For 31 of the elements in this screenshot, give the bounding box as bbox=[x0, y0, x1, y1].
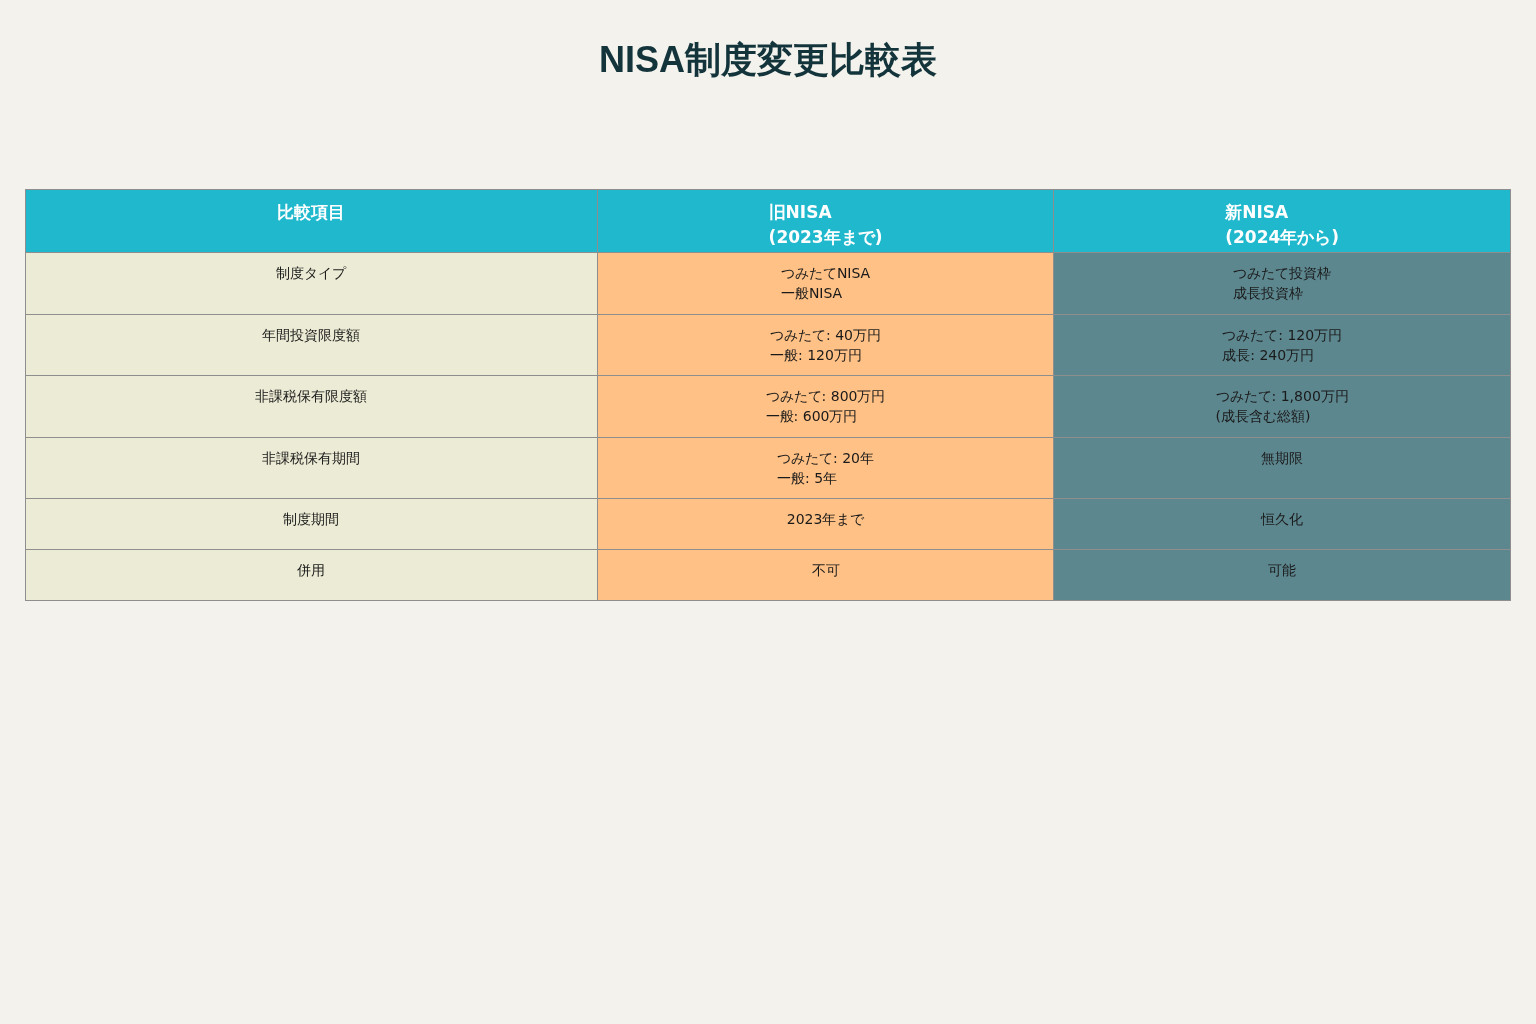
cell-text: つみたて: 40万円 bbox=[770, 325, 882, 345]
column-header: (2023年まで) bbox=[768, 225, 883, 249]
cell-text: 非課税保有期間 bbox=[262, 448, 361, 468]
cell-text: つみたて: 120万円 bbox=[1222, 325, 1343, 345]
cell-text: 非課税保有限度額 bbox=[255, 387, 368, 407]
cell-text: つみたて投資枠 bbox=[1233, 264, 1332, 283]
cell-text: つみたて: 20年 bbox=[777, 448, 875, 468]
cell-text: 2023年まで bbox=[786, 510, 865, 530]
cell-text: 制度タイプ bbox=[276, 264, 347, 283]
page-title: NISA制度変更比較表 bbox=[598, 38, 938, 82]
cell-text: (成長含む総額) bbox=[1215, 407, 1311, 427]
cell-text: 制度期間 bbox=[283, 510, 340, 530]
cell-text: つみたてNISA bbox=[780, 264, 871, 283]
cell-text: 年間投資限度額 bbox=[262, 325, 361, 345]
cell-text: 一般: 120万円 bbox=[770, 345, 862, 365]
column-header: (2024年から) bbox=[1225, 225, 1340, 249]
cell-text: 無期限 bbox=[1261, 448, 1304, 468]
column-header: 新NISA bbox=[1225, 201, 1289, 224]
cell-text: 成長: 240万円 bbox=[1222, 345, 1315, 365]
cell-text: 併用 bbox=[297, 561, 326, 581]
cell-text: つみたて: 800万円 bbox=[765, 387, 886, 407]
cell-text: つみたて: 1,800万円 bbox=[1215, 387, 1349, 407]
cell-text: 一般NISA bbox=[780, 284, 843, 304]
cell-text: 恒久化 bbox=[1261, 510, 1304, 530]
cell-text: 不可 bbox=[811, 561, 840, 581]
cell-text: 一般: 600万円 bbox=[765, 407, 858, 427]
cell-text: 可能 bbox=[1268, 561, 1297, 581]
column-header: 旧NISA bbox=[768, 201, 832, 224]
cell-text: 成長投資枠 bbox=[1233, 284, 1304, 304]
column-header: 比較項目 bbox=[277, 201, 346, 224]
cell-text: 一般: 5年 bbox=[777, 469, 838, 489]
